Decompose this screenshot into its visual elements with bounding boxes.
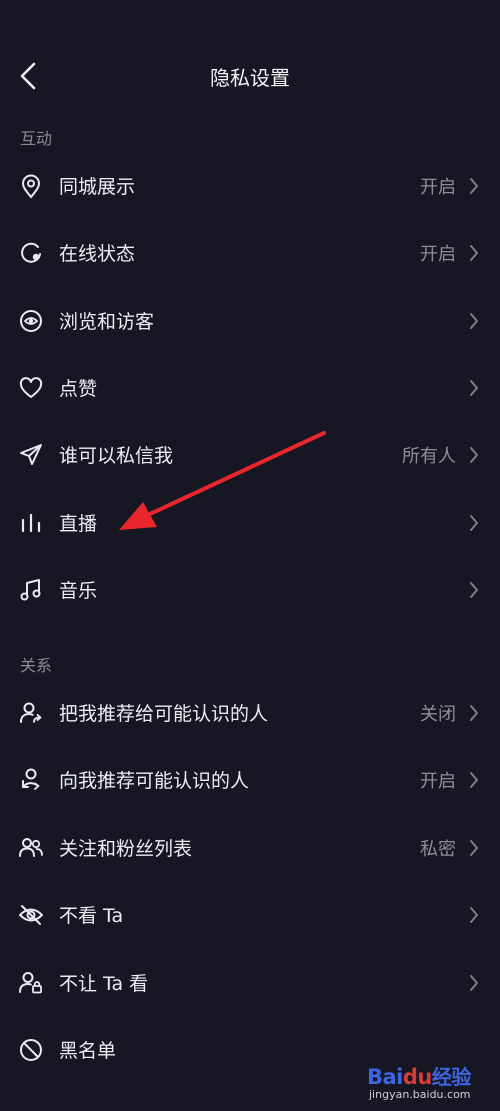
watermark-brand: Baidu经验	[367, 1065, 471, 1089]
baidu-watermark: Baidu经验 jingyan.baidu.com	[367, 1061, 482, 1107]
annotation-arrow	[119, 431, 326, 530]
annotation-arrow-head	[119, 502, 157, 530]
annotation-arrow-shaft	[148, 431, 326, 516]
watermark-domain: jingyan.baidu.com	[369, 1088, 471, 1101]
